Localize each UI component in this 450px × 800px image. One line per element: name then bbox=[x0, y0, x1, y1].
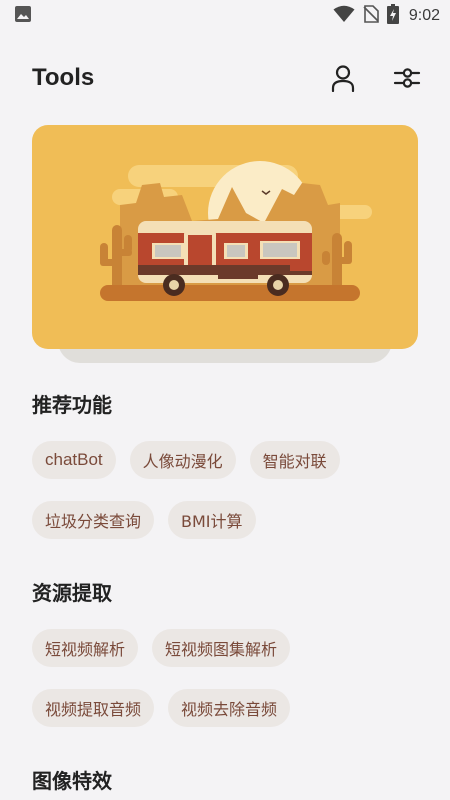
chip-row: 短视频解析 短视频图集解析 bbox=[32, 629, 291, 667]
status-time: 9:02 bbox=[408, 7, 440, 24]
profile-button[interactable] bbox=[326, 61, 360, 95]
app-bar: Tools bbox=[0, 50, 450, 106]
profile-icon bbox=[331, 65, 355, 92]
chip-smart-couplet[interactable]: 智能对联 bbox=[249, 441, 340, 479]
chip-portrait-anime[interactable]: 人像动漫化 bbox=[129, 441, 236, 479]
page-title: Tools bbox=[32, 64, 95, 91]
section-title-image-effects: 图像特效 bbox=[32, 769, 112, 793]
battery-charging-icon bbox=[386, 4, 399, 28]
chip-short-video-parse[interactable]: 短视频解析 bbox=[32, 629, 139, 667]
chip-short-video-album-parse[interactable]: 短视频图集解析 bbox=[152, 629, 291, 667]
settings-button[interactable] bbox=[390, 61, 424, 95]
chip-bmi-calculator[interactable]: BMI计算 bbox=[168, 501, 256, 539]
chip-row: 垃圾分类查询 BMI计算 bbox=[32, 501, 256, 539]
status-left bbox=[14, 5, 32, 27]
camper-van-desert-illustration bbox=[100, 161, 372, 301]
banner-card[interactable] bbox=[32, 125, 418, 363]
wifi-icon bbox=[333, 5, 355, 27]
image-icon bbox=[14, 5, 32, 27]
chip-row: 视频提取音频 视频去除音频 bbox=[32, 689, 291, 727]
banner[interactable] bbox=[32, 125, 418, 349]
settings-sliders-icon bbox=[393, 68, 421, 88]
header-actions bbox=[326, 61, 424, 95]
no-sim-icon bbox=[363, 5, 379, 27]
status-right: 9:02 bbox=[333, 4, 440, 28]
status-bar: 9:02 bbox=[0, 0, 450, 32]
chip-video-extract-audio[interactable]: 视频提取音频 bbox=[32, 689, 155, 727]
section-title-recommended: 推荐功能 bbox=[32, 393, 112, 417]
section-title-resource-extraction: 资源提取 bbox=[32, 581, 112, 605]
chip-row: chatBot 人像动漫化 智能对联 bbox=[32, 441, 340, 479]
chip-garbage-classification[interactable]: 垃圾分类查询 bbox=[32, 501, 155, 539]
chip-video-remove-audio[interactable]: 视频去除音频 bbox=[168, 689, 291, 727]
chip-chatbot[interactable]: chatBot bbox=[32, 441, 116, 479]
